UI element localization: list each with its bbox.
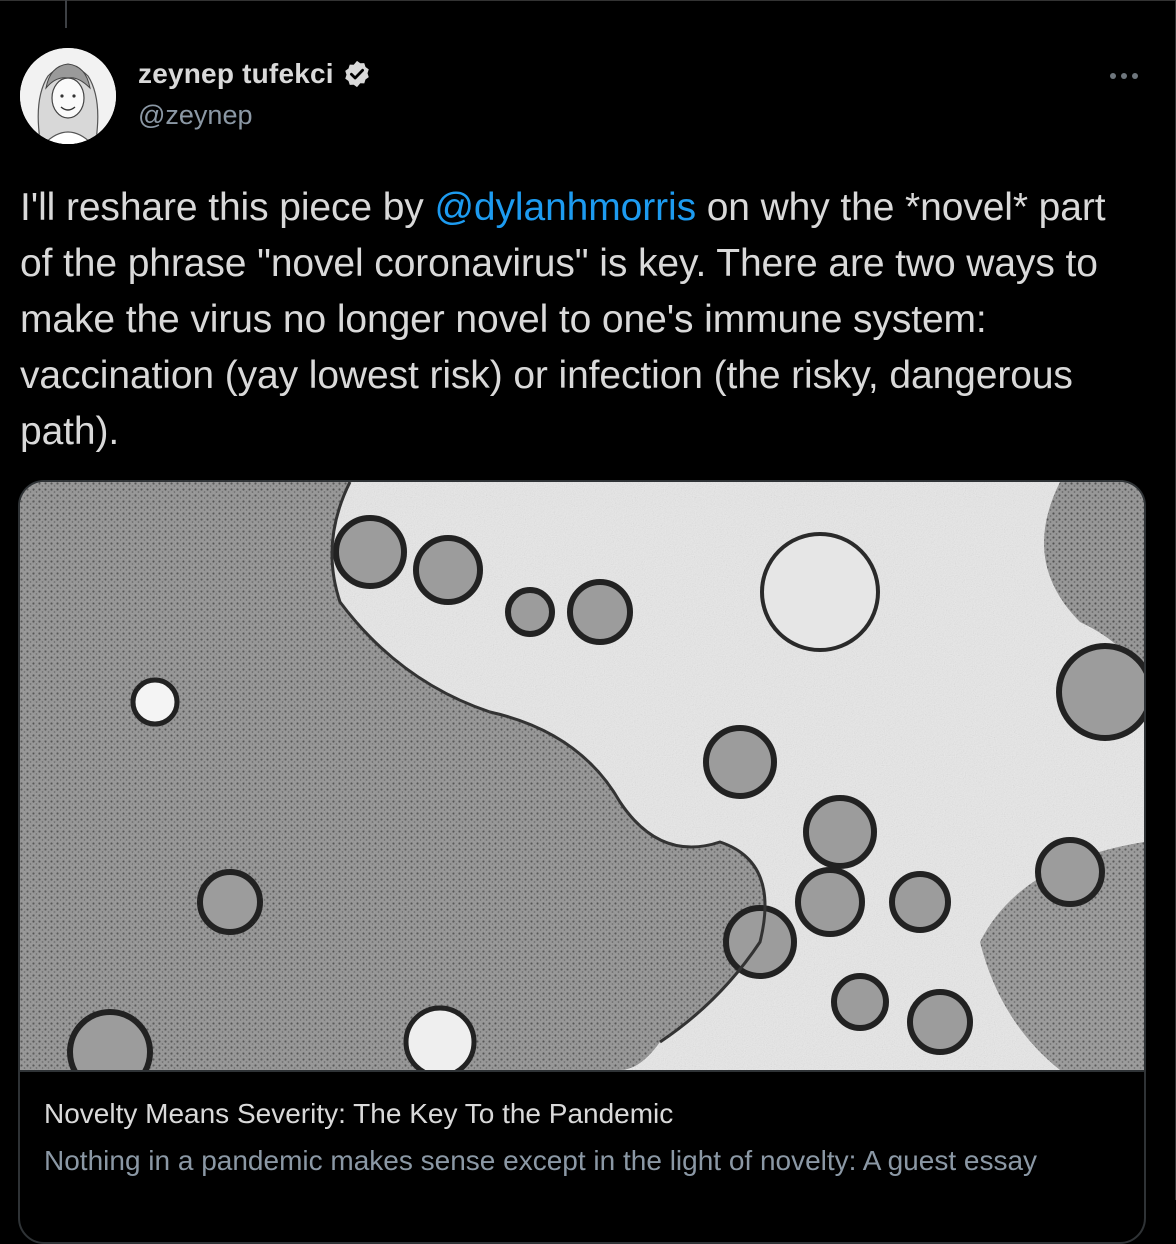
author-name[interactable]: zeynep tufekci [138,58,334,90]
card-title[interactable]: Novelty Means Severity: The Key To the P… [44,1098,673,1130]
avatar-illustration-icon [20,48,116,144]
author-name-row[interactable]: zeynep tufekci [138,58,372,90]
link-card[interactable]: Novelty Means Severity: The Key To the P… [18,480,1146,1244]
more-horizontal-icon [1121,73,1127,79]
author-handle[interactable]: @zeynep [138,100,252,131]
coronavirus-micrograph-image [20,482,1144,1070]
card-description: Nothing in a pandemic makes sense except… [44,1145,1038,1176]
mention-link[interactable]: @dylanhmorris [434,186,696,229]
more-horizontal-icon [1110,73,1116,79]
verified-badge-icon [345,60,369,88]
thread-line [65,0,67,28]
top-border [0,0,1176,1]
avatar[interactable] [20,48,116,144]
card-divider [20,1070,1144,1072]
more-options-button[interactable] [1100,58,1148,94]
tweet-text-start: I'll reshare this piece by [20,186,435,229]
tweet-text: I'll reshare this piece by @dylanhmorris… [20,180,1140,460]
more-horizontal-icon [1132,73,1138,79]
